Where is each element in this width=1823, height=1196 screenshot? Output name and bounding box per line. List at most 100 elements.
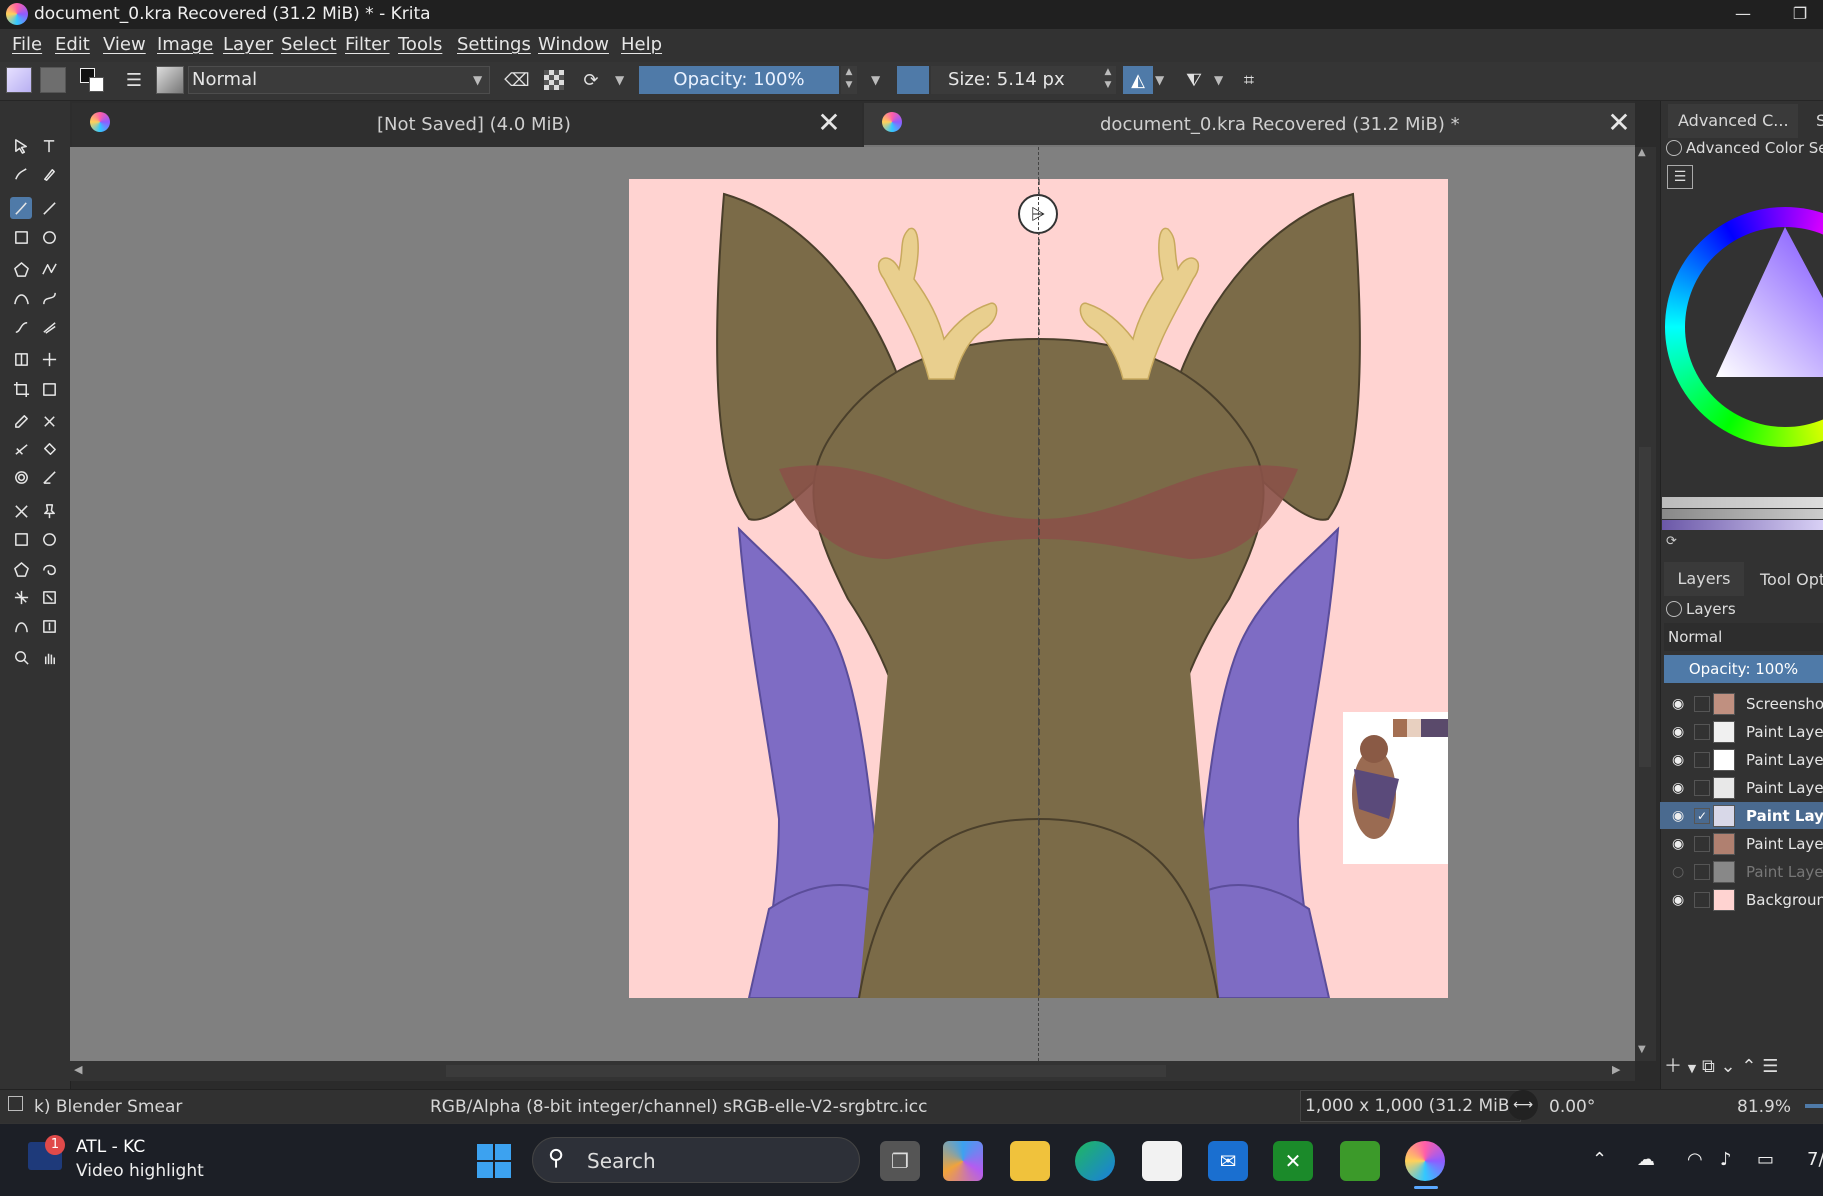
transform-tool-icon[interactable] [10,348,32,370]
add-layer-icon[interactable]: ＋ [1664,1056,1682,1077]
duplicate-layer-icon[interactable]: ⧉ [1702,1056,1715,1077]
ellipse-select-icon[interactable] [38,528,60,550]
magnetic-select-icon[interactable] [38,615,60,637]
wrap-around-icon[interactable]: ⌗ [1235,66,1263,94]
minecraft-icon[interactable] [1340,1141,1380,1181]
scroll-right-icon[interactable]: ▶ [1612,1063,1620,1076]
docker-lock-icon[interactable] [1666,601,1682,617]
layer-select-checkbox[interactable] [1694,892,1710,908]
background-color-swatch[interactable] [40,67,66,93]
menu-edit[interactable]: Edit [55,34,90,55]
menu-tools[interactable]: Tools [398,34,442,55]
layer-row[interactable]: ◉ Paint Laye [1660,830,1823,857]
select-shapes-icon[interactable] [10,135,32,157]
visibility-eye-icon[interactable]: ◉ [1672,780,1684,796]
show-hidden-icons-icon[interactable]: ⌃ [1592,1149,1607,1170]
file-explorer-icon[interactable] [1010,1141,1050,1181]
reload-preset-icon[interactable]: ⟳ [577,66,605,94]
measure-tool-icon[interactable] [38,466,60,488]
layer-menu-icon[interactable]: ☰ [1762,1056,1778,1077]
zoom-tool-icon[interactable] [10,646,32,668]
color-history-strip[interactable] [1662,509,1823,519]
clock[interactable]: 7/ [1807,1149,1823,1170]
menu-filter[interactable]: Filter [345,34,390,55]
color-history-strip[interactable] [1662,520,1823,530]
menu-select[interactable]: Select [281,34,337,55]
blend-mode-select[interactable]: Normal [188,66,490,94]
pan-tool-icon[interactable] [38,646,60,668]
rectangle-tool-icon[interactable] [10,226,32,248]
taskbar-search[interactable] [532,1137,860,1183]
text-tool-icon[interactable] [38,135,60,157]
menu-layer[interactable]: Layer [223,34,273,55]
visibility-eye-icon[interactable]: ◉ [1672,696,1684,712]
layer-select-checkbox[interactable] [1694,780,1710,796]
pin-tool-icon[interactable] [38,500,60,522]
vertical-scrollbar[interactable] [1635,147,1656,1061]
store-icon[interactable] [1142,1141,1182,1181]
menu-image[interactable]: Image [157,34,213,55]
chevron-down-icon[interactable]: ▼ [615,73,624,87]
color-history-strip[interactable] [1662,497,1823,508]
start-button[interactable] [477,1144,511,1178]
opacity-slider[interactable]: Opacity: 100% [639,66,839,94]
visibility-eye-icon[interactable]: ◉ [1672,892,1684,908]
rotation-value[interactable]: 0.00° [1549,1097,1595,1117]
ellipse-tool-icon[interactable] [38,226,60,248]
image-size-info[interactable]: 1,000 x 1,000 (31.2 MiB) [1300,1090,1522,1122]
move-tool-icon[interactable] [38,348,60,370]
layer-row[interactable]: ○ Paint Laye [1660,858,1823,885]
tab-layers[interactable]: Layers [1664,562,1744,596]
move-layer-up-icon[interactable]: ⌃ [1741,1056,1756,1077]
bezier-tool-icon[interactable] [10,287,32,309]
color-picker-icon[interactable] [10,410,32,432]
crop-tool-icon[interactable] [10,378,32,400]
bezier-select-icon[interactable] [10,615,32,637]
layer-row[interactable]: ◉ ✓ Paint Lay [1660,802,1823,829]
refresh-icon[interactable]: ⟳ [1666,534,1677,549]
chevron-down-icon[interactable]: ▼ [871,73,880,87]
zoom-value[interactable]: 81.9% [1737,1097,1791,1117]
move-layer-down-icon[interactable]: ⌄ [1721,1056,1736,1077]
mirror-horizontal-icon[interactable]: ◭ [1123,66,1153,94]
edge-icon[interactable] [1075,1141,1115,1181]
color-wheel[interactable] [1665,207,1823,447]
wifi-icon[interactable]: ◠ [1687,1149,1703,1170]
line-tool-icon[interactable] [38,197,60,219]
fill-tool-icon[interactable] [38,438,60,460]
battery-icon[interactable]: ▭ [1757,1149,1774,1170]
smart-patch-icon[interactable] [38,410,60,432]
freehand-brush-icon[interactable] [10,197,32,219]
visibility-eye-icon[interactable]: ◉ [1672,808,1684,824]
size-slider[interactable]: Size: 5.14 px [931,66,1101,94]
task-view-icon[interactable]: ❐ [880,1141,920,1181]
layer-select-checkbox[interactable] [1694,724,1710,740]
horizontal-scrollbar[interactable] [70,1061,1635,1081]
menu-file[interactable]: File [12,34,42,55]
visibility-eye-icon[interactable]: ○ [1672,864,1684,880]
docker-lock-icon[interactable] [1666,140,1682,156]
freehand-select-icon[interactable] [38,558,60,580]
layer-row[interactable]: ◉ Backgroun [1660,886,1823,913]
layer-select-checkbox[interactable]: ✓ [1694,808,1710,824]
opacity-spin-buttons[interactable]: ▲ ▼ [841,66,857,94]
dynamic-brush-icon[interactable] [10,316,32,338]
chevron-down-icon[interactable]: ▼ [1155,73,1164,87]
layer-row[interactable]: ◉ Paint Laye [1660,718,1823,745]
edit-shapes-icon[interactable] [10,163,32,185]
xbox-icon[interactable]: ✕ [1273,1141,1313,1181]
polygon-tool-icon[interactable] [10,258,32,280]
krita-taskbar-icon[interactable] [1405,1141,1445,1181]
tab-advanced-color[interactable]: Advanced C... [1668,104,1798,138]
layer-select-checkbox[interactable] [1694,864,1710,880]
widget-subtitle[interactable]: Video highlight [76,1161,204,1181]
eraser-icon[interactable]: ⌫ [503,66,531,94]
reference-images-icon[interactable] [10,500,32,522]
menu-settings[interactable]: Settings [457,34,531,55]
scroll-left-icon[interactable]: ◀ [74,1063,82,1076]
layer-row[interactable]: ◉ Paint Laye [1660,746,1823,773]
layer-row[interactable]: ◉ Screensho [1660,690,1823,717]
polygon-select-icon[interactable] [10,558,32,580]
assistant-tool-icon[interactable] [10,438,32,460]
contiguous-select-icon[interactable] [10,586,32,608]
